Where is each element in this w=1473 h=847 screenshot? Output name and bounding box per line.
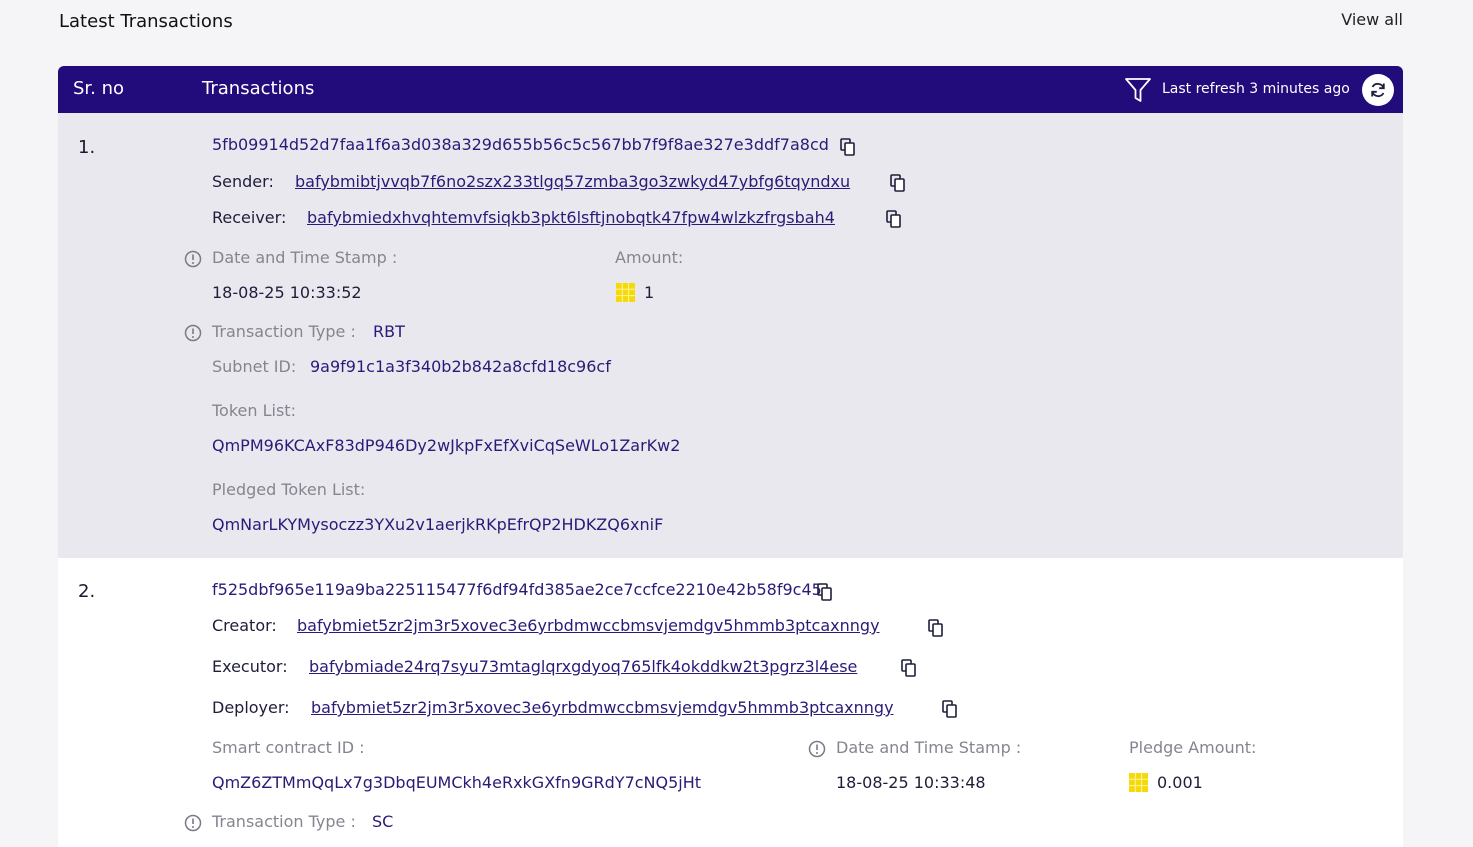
token-icon — [616, 283, 635, 302]
executor-link[interactable]: bafybmiade24rq7syu73mtaglqrxgdyoq765lfk4… — [309, 657, 857, 676]
transaction-hash: 5fb09914d52d7faa1f6a3d038a329d655b56c5c5… — [212, 135, 829, 154]
copy-icon[interactable] — [890, 174, 906, 192]
sender-label: Sender: — [212, 172, 274, 191]
amount-value: 1 — [644, 283, 655, 302]
column-header-transactions: Transactions — [202, 78, 315, 99]
transaction-type-value: SC — [372, 812, 394, 831]
copy-icon[interactable] — [901, 659, 917, 677]
date-label: Date and Time Stamp : — [836, 738, 1022, 757]
token-list-value: QmPM96KCAxF83dP946Dy2wJkpFxEfXviCqSeWLo1… — [212, 436, 681, 455]
copy-icon[interactable] — [942, 700, 958, 718]
sender-link[interactable]: bafybmibtjvvqb7f6no2szx233tlgq57zmba3go3… — [295, 172, 850, 191]
filter-icon[interactable] — [1124, 76, 1152, 104]
executor-label: Executor: — [212, 657, 288, 676]
column-header-srno: Sr. no — [73, 78, 125, 99]
smart-contract-id-label: Smart contract ID : — [212, 738, 365, 757]
pledge-amount-label: Pledge Amount: — [1129, 738, 1257, 757]
view-all-link[interactable]: View all — [1341, 10, 1403, 29]
refresh-button[interactable] — [1362, 74, 1394, 106]
copy-icon[interactable] — [840, 138, 856, 156]
creator-link[interactable]: bafybmiet5zr2jm3r5xovec3e6yrbdmwccbmsvje… — [297, 616, 880, 635]
subnet-label: Subnet ID: — [212, 357, 297, 376]
info-icon — [184, 814, 202, 832]
transaction-hash: f525dbf965e119a9ba225115477f6df94fd385ae… — [212, 580, 822, 599]
refresh-icon — [1371, 82, 1385, 98]
transactions-table: Sr. no Transactions Last refresh 3 minut… — [58, 66, 1403, 847]
date-value: 18-08-25 10:33:48 — [836, 773, 986, 792]
transaction-type-value: RBT — [373, 322, 405, 341]
receiver-link[interactable]: bafybmiedxhvqhtemvfsiqkb3pkt6lsftjnobqtk… — [307, 208, 835, 227]
row-srno: 1. — [78, 137, 96, 158]
amount-label: Amount: — [615, 248, 684, 267]
deployer-label: Deployer: — [212, 698, 290, 717]
pledged-token-list-value: QmNarLKYMysoczz3YXu2v1aerjkRKpEfrQP2HDKZ… — [212, 515, 664, 534]
row-srno: 2. — [78, 581, 96, 602]
page-title: Latest Transactions — [59, 11, 233, 32]
table-header: Sr. no Transactions Last refresh 3 minut… — [58, 66, 1403, 113]
last-refresh-text: Last refresh 3 minutes ago — [1162, 81, 1350, 97]
table-row: 2. f525dbf965e119a9ba225115477f6df94fd38… — [58, 558, 1403, 847]
info-icon — [184, 250, 202, 268]
deployer-link[interactable]: bafybmiet5zr2jm3r5xovec3e6yrbdmwccbmsvje… — [311, 698, 894, 717]
copy-icon[interactable] — [928, 619, 944, 637]
token-list-label: Token List: — [212, 401, 296, 420]
token-icon — [1129, 773, 1148, 792]
date-label: Date and Time Stamp : — [212, 248, 398, 267]
info-icon — [808, 740, 826, 758]
smart-contract-id-value: QmZ6ZTMmQqLx7g3DbqEUMCkh4eRxkGXfn9GRdY7c… — [212, 773, 702, 792]
subnet-value: 9a9f91c1a3f340b2b842a8cfd18c96cf — [310, 357, 611, 376]
pledge-amount-value: 0.001 — [1157, 773, 1203, 792]
copy-icon[interactable] — [817, 583, 833, 601]
table-row: 1. 5fb09914d52d7faa1f6a3d038a329d655b56c… — [58, 113, 1403, 558]
copy-icon[interactable] — [886, 210, 902, 228]
date-value: 18-08-25 10:33:52 — [212, 283, 362, 302]
info-icon — [184, 324, 202, 342]
creator-label: Creator: — [212, 616, 277, 635]
transaction-type-label: Transaction Type : — [212, 812, 356, 831]
transaction-type-label: Transaction Type : — [212, 322, 356, 341]
pledged-token-list-label: Pledged Token List: — [212, 480, 366, 499]
receiver-label: Receiver: — [212, 208, 287, 227]
